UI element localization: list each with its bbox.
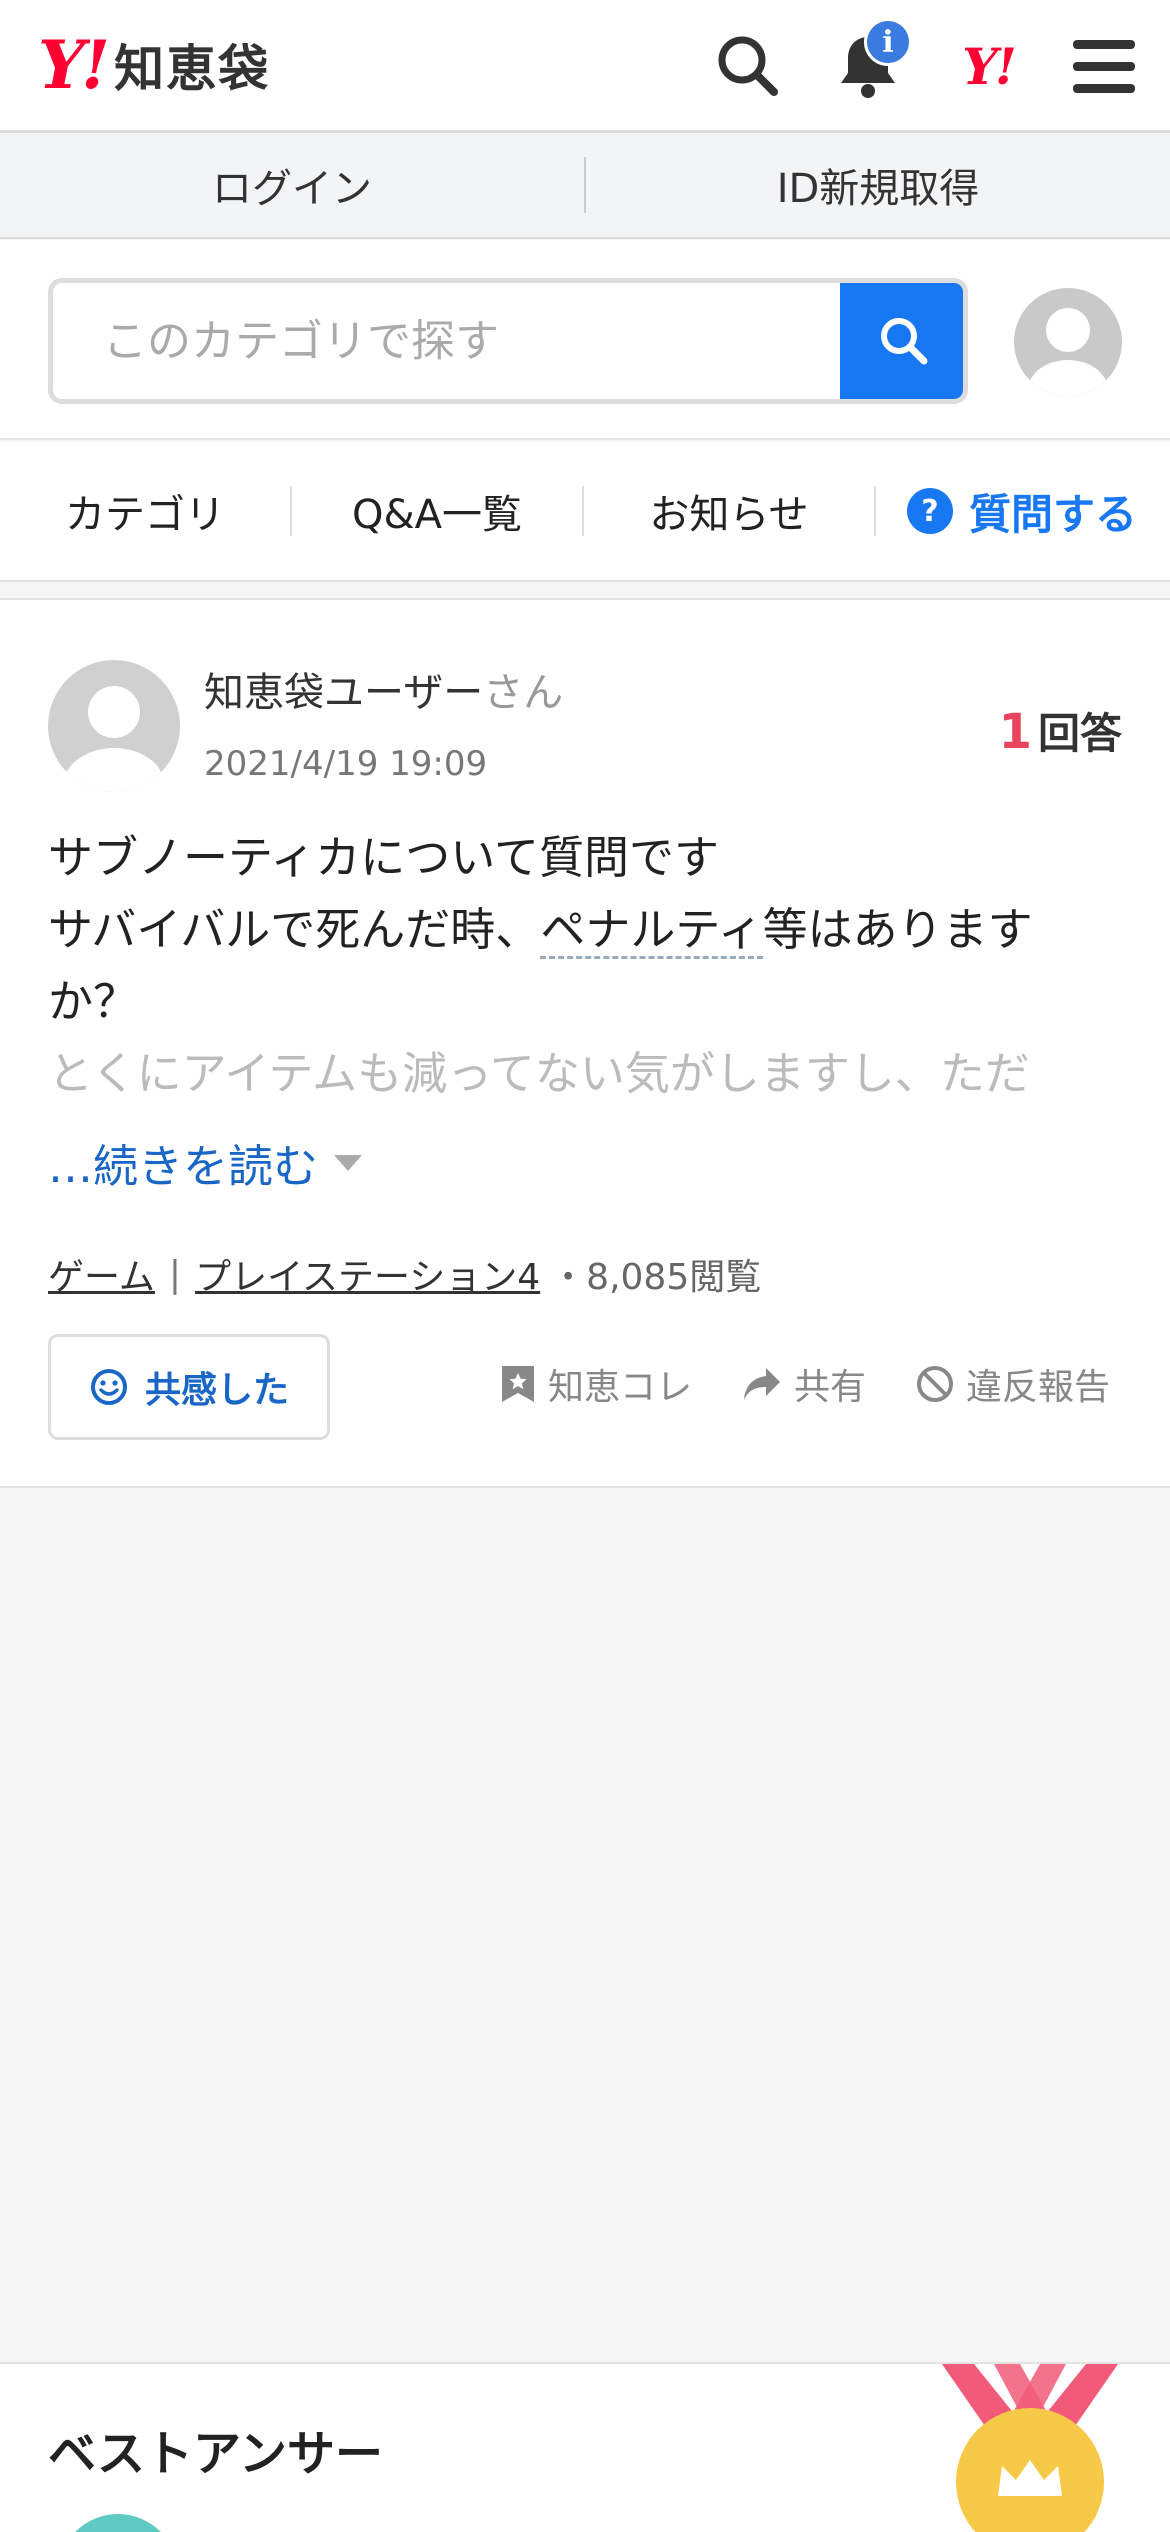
answer-count-number: 1 [998, 704, 1032, 760]
login-button[interactable]: ログイン [0, 133, 584, 237]
answer-count[interactable]: 1 回答 [999, 700, 1122, 761]
notification-bell-icon[interactable]: i [830, 18, 912, 104]
keyword-link[interactable]: ペナルティ [540, 903, 763, 959]
question-icon: ? [906, 488, 953, 534]
smile-icon [90, 1369, 127, 1405]
question-text: 等はあります [762, 903, 1033, 956]
chiebukuro-logo[interactable]: Y! 知恵袋 [38, 26, 271, 104]
answerer-avatar [58, 2514, 178, 2532]
question-actions: 知恵コレ 共有 違反報告 [450, 1358, 1110, 1410]
search-row [0, 240, 1170, 440]
bookmark-star-icon [501, 1366, 534, 1402]
search-input[interactable] [53, 283, 841, 399]
save-label: 知恵コレ [547, 1367, 692, 1408]
share-label: 共有 [793, 1367, 866, 1408]
question-line: サブノーティカについて質問です [48, 831, 719, 884]
nav-news[interactable]: お知らせ [584, 442, 874, 580]
register-button[interactable]: ID新規取得 [586, 133, 1170, 237]
nav-qa-list[interactable]: Q&A一覧 [292, 442, 582, 580]
user-avatar[interactable] [1014, 288, 1122, 396]
login-bar: ログイン ID新規取得 [0, 133, 1170, 239]
read-more-label: …続きを読む [48, 1140, 319, 1193]
view-count: ・8,085閲覧 [550, 1257, 762, 1298]
menu-icon[interactable] [1066, 28, 1142, 104]
asker-name-text: 知恵袋ユーザー [204, 670, 484, 716]
empathy-label: 共感した [144, 1370, 289, 1411]
category-separator: | [168, 1253, 182, 1295]
yahoo-small-logo: Y! [962, 36, 1017, 96]
logo-text: 知恵袋 [114, 40, 271, 98]
search-box [48, 278, 968, 404]
search-icon[interactable] [710, 28, 786, 104]
question-line: サバイバルで死んだ時、ペナルティ等はあります [48, 894, 1128, 966]
asker-suffix: さん [483, 670, 564, 716]
question-body-faded: とくにアイテムも減ってない気がしますし、ただ [48, 1047, 1030, 1100]
question-card: 知恵袋ユーザーさん 2021/4/19 19:09 1 回答 サブノーティカについ… [0, 598, 1170, 1488]
best-answer-title: ベストアンサー [48, 2426, 384, 2482]
category-breadcrumb: ゲーム | プレイステーション4 ・8,085閲覧 [48, 1248, 761, 1300]
question-line: か？ [48, 975, 139, 1028]
empathy-button[interactable]: 共感した [48, 1334, 330, 1440]
report-label: 違反報告 [965, 1367, 1110, 1408]
search-button-icon [881, 318, 928, 365]
best-answer-medal-icon [942, 2364, 1118, 2532]
question-body: サブノーティカについて質問です サバイバルで死んだ時、ペナルティ等はあります か… [48, 822, 1128, 1038]
question-text: サバイバルで死んだ時、 [48, 903, 541, 956]
ask-question-button[interactable]: ? 質問する [876, 442, 1168, 580]
category-link-ps4[interactable]: プレイステーション4 [195, 1248, 540, 1300]
app-header: Y! 知恵袋 i Y! [0, 0, 1170, 133]
category-nav: カテゴリ Q&A一覧 お知らせ ? 質問する [0, 442, 1170, 582]
asker-avatar [48, 660, 180, 792]
save-chiecolle-button[interactable]: 知恵コレ [500, 1358, 692, 1410]
report-button[interactable]: 違反報告 [916, 1358, 1110, 1410]
answer-count-label: 回答 [1037, 709, 1122, 758]
yahoo-top-link[interactable]: Y! [950, 28, 1026, 104]
asker-name: 知恵袋ユーザーさん [204, 660, 563, 718]
ask-question-label: 質問する [968, 489, 1137, 539]
question-date: 2021/4/19 19:09 [204, 744, 488, 784]
search-button[interactable] [840, 283, 963, 399]
nav-category[interactable]: カテゴリ [0, 442, 290, 580]
notification-badge: i [864, 18, 912, 66]
prohibited-icon [916, 1366, 953, 1402]
best-answer-section: ベストアンサー [0, 2362, 1170, 2532]
chevron-down-icon [334, 1154, 363, 1171]
category-link-game[interactable]: ゲーム [48, 1248, 155, 1300]
yahoo-logo-mark: Y! [38, 26, 110, 104]
share-arrow-icon [743, 1368, 780, 1400]
share-button[interactable]: 共有 [742, 1358, 866, 1410]
read-more-link[interactable]: …続きを読む [48, 1130, 363, 1195]
